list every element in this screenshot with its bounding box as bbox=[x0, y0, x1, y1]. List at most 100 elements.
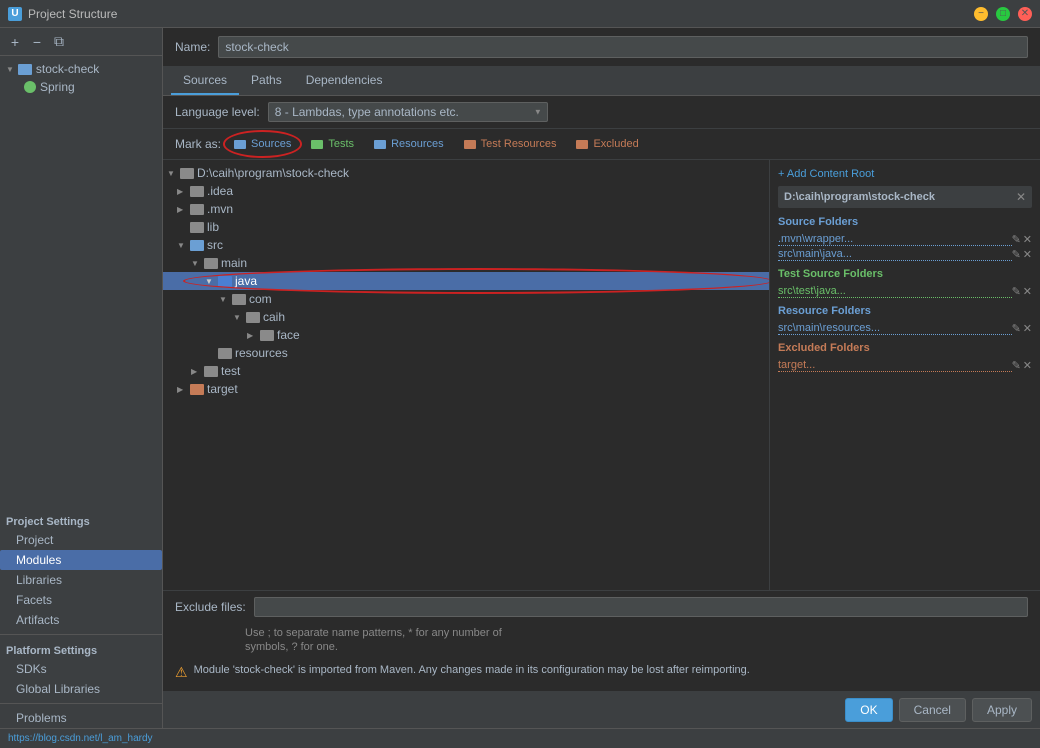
platform-settings-header: Platform Settings bbox=[0, 639, 162, 659]
mark-tests-button[interactable]: Tests bbox=[304, 135, 361, 153]
mark-test-resources-button[interactable]: Test Resources bbox=[457, 135, 564, 153]
remove-content-root-button[interactable]: ✕ bbox=[1016, 190, 1026, 204]
test-path-1-icons: ✎ ✕ bbox=[1012, 285, 1032, 298]
sidebar-item-libraries[interactable]: Libraries bbox=[0, 570, 162, 590]
tab-paths[interactable]: Paths bbox=[239, 67, 294, 95]
mvn-text: .mvn bbox=[207, 202, 233, 216]
tree-item-spring[interactable]: Spring bbox=[0, 78, 162, 96]
cancel-button[interactable]: Cancel bbox=[899, 698, 966, 722]
maximize-button[interactable]: □ bbox=[996, 7, 1010, 21]
remove-resource-path-1-button[interactable]: ✕ bbox=[1023, 322, 1032, 335]
tree-item-root[interactable]: ▼ stock-check bbox=[0, 60, 162, 78]
main-split: ▼ D:\caih\program\stock-check ▶ .idea bbox=[163, 160, 1040, 590]
resources-text: resources bbox=[235, 346, 288, 360]
mark-sources-button[interactable]: Sources bbox=[227, 135, 298, 153]
sources-folder-icon bbox=[234, 140, 246, 149]
face-folder-icon bbox=[260, 330, 274, 341]
app-icon: U bbox=[8, 7, 22, 21]
remove-module-button[interactable]: − bbox=[28, 33, 46, 51]
exclude-files-label: Exclude files: bbox=[175, 600, 246, 614]
name-label: Name: bbox=[175, 40, 210, 54]
info-panel-header: + Add Content Root bbox=[778, 168, 1032, 180]
sidebar-item-facets[interactable]: Facets bbox=[0, 590, 162, 610]
remove-source-path-2-button[interactable]: ✕ bbox=[1023, 248, 1032, 261]
edit-excluded-path-1-button[interactable]: ✎ bbox=[1012, 359, 1021, 372]
remove-test-path-1-button[interactable]: ✕ bbox=[1023, 285, 1032, 298]
tree-test-item[interactable]: ▶ test bbox=[163, 362, 769, 380]
copy-module-button[interactable]: ⧉ bbox=[50, 33, 68, 51]
project-settings-header: Project Settings bbox=[0, 510, 162, 530]
caih-text: caih bbox=[263, 310, 285, 324]
excluded-folder-icon bbox=[576, 140, 588, 149]
title-bar-left: U Project Structure bbox=[8, 7, 117, 21]
apply-button[interactable]: Apply bbox=[972, 698, 1032, 722]
add-content-root-button[interactable]: + Add Content Root bbox=[778, 168, 874, 180]
sources-content: Language level: 8 - Lambdas, type annota… bbox=[163, 96, 1040, 691]
excluded-path-1: target... ✎ ✕ bbox=[778, 358, 1032, 373]
tree-resources-item[interactable]: resources bbox=[163, 344, 769, 362]
tree-face-item[interactable]: ▶ face bbox=[163, 326, 769, 344]
name-input[interactable] bbox=[218, 36, 1028, 58]
tab-sources[interactable]: Sources bbox=[171, 67, 239, 95]
status-bar: https://blog.csdn.net/l_am_hardy bbox=[0, 728, 1040, 748]
test-folder-icon bbox=[204, 366, 218, 377]
idea-folder-icon bbox=[190, 186, 204, 197]
sidebar-item-problems[interactable]: Problems bbox=[0, 708, 162, 728]
tabs-row: Sources Paths Dependencies bbox=[163, 67, 1040, 96]
name-row: Name: bbox=[163, 28, 1040, 67]
exclude-files-row: Exclude files: bbox=[175, 597, 1028, 617]
language-select[interactable]: 8 - Lambdas, type annotations etc. bbox=[268, 102, 548, 122]
warning-text: Module 'stock-check' is imported from Ma… bbox=[194, 663, 750, 678]
edit-source-path-1-button[interactable]: ✎ bbox=[1012, 233, 1021, 246]
language-select-wrap: 8 - Lambdas, type annotations etc. bbox=[268, 102, 548, 122]
minimize-button[interactable]: − bbox=[974, 7, 988, 21]
remove-source-path-1-button[interactable]: ✕ bbox=[1023, 233, 1032, 246]
caih-folder-icon bbox=[246, 312, 260, 323]
mark-as-label: Mark as: bbox=[175, 137, 221, 151]
close-window-button[interactable]: ✕ bbox=[1018, 7, 1032, 21]
exclude-hint-text: Use ; to separate name patterns, * for a… bbox=[245, 627, 502, 653]
file-tree: ▼ D:\caih\program\stock-check ▶ .idea bbox=[163, 160, 769, 402]
resource-folders-label: Resource Folders bbox=[778, 305, 1032, 317]
mark-resources-button[interactable]: Resources bbox=[367, 135, 451, 153]
source-path-1: .mvn\wrapper... ✎ ✕ bbox=[778, 232, 1032, 247]
excluded-path-1-text: target... bbox=[778, 359, 1012, 372]
resources-folder-icon bbox=[374, 140, 386, 149]
tree-caih-item[interactable]: ▼ caih bbox=[163, 308, 769, 326]
sidebar-item-artifacts[interactable]: Artifacts bbox=[0, 610, 162, 630]
sidebar-item-modules[interactable]: Modules bbox=[0, 550, 162, 570]
tree-java-item[interactable]: ▼ java bbox=[163, 272, 769, 290]
mark-as-row: Mark as: Sources Tests Resources bbox=[163, 129, 1040, 160]
java-text: java bbox=[235, 274, 257, 288]
tree-src-item[interactable]: ▼ src bbox=[163, 236, 769, 254]
edit-test-path-1-button[interactable]: ✎ bbox=[1012, 285, 1021, 298]
lib-text: lib bbox=[207, 220, 219, 234]
source-path-1-icons: ✎ ✕ bbox=[1012, 233, 1032, 246]
warning-icon: ⚠ bbox=[175, 664, 188, 681]
mark-excluded-button[interactable]: Excluded bbox=[569, 135, 645, 153]
main-folder-icon bbox=[204, 258, 218, 269]
project-tree: ▼ stock-check Spring bbox=[0, 56, 162, 510]
test-source-folders-label: Test Source Folders bbox=[778, 268, 1032, 280]
sidebar-item-project[interactable]: Project bbox=[0, 530, 162, 550]
resources-folder-icon-tree bbox=[218, 348, 232, 359]
sidebar-toolbar: + − ⧉ bbox=[0, 28, 162, 56]
edit-resource-path-1-button[interactable]: ✎ bbox=[1012, 322, 1021, 335]
ok-button[interactable]: OK bbox=[845, 698, 892, 722]
sidebar-item-sdks[interactable]: SDKs bbox=[0, 659, 162, 679]
exclude-files-input[interactable] bbox=[254, 597, 1028, 617]
tree-root-item[interactable]: ▼ D:\caih\program\stock-check bbox=[163, 164, 769, 182]
tree-com-item[interactable]: ▼ com bbox=[163, 290, 769, 308]
edit-source-path-2-button[interactable]: ✎ bbox=[1012, 248, 1021, 261]
tree-lib-item[interactable]: lib bbox=[163, 218, 769, 236]
tree-idea-item[interactable]: ▶ .idea bbox=[163, 182, 769, 200]
tab-dependencies[interactable]: Dependencies bbox=[294, 67, 395, 95]
src-text: src bbox=[207, 238, 223, 252]
tree-main-item[interactable]: ▼ main bbox=[163, 254, 769, 272]
add-module-button[interactable]: + bbox=[6, 33, 24, 51]
tree-arrow: ▼ bbox=[6, 65, 14, 74]
tree-target-item[interactable]: ▶ target bbox=[163, 380, 769, 398]
tree-mvn-item[interactable]: ▶ .mvn bbox=[163, 200, 769, 218]
sidebar-item-global-libraries[interactable]: Global Libraries bbox=[0, 679, 162, 699]
remove-excluded-path-1-button[interactable]: ✕ bbox=[1023, 359, 1032, 372]
